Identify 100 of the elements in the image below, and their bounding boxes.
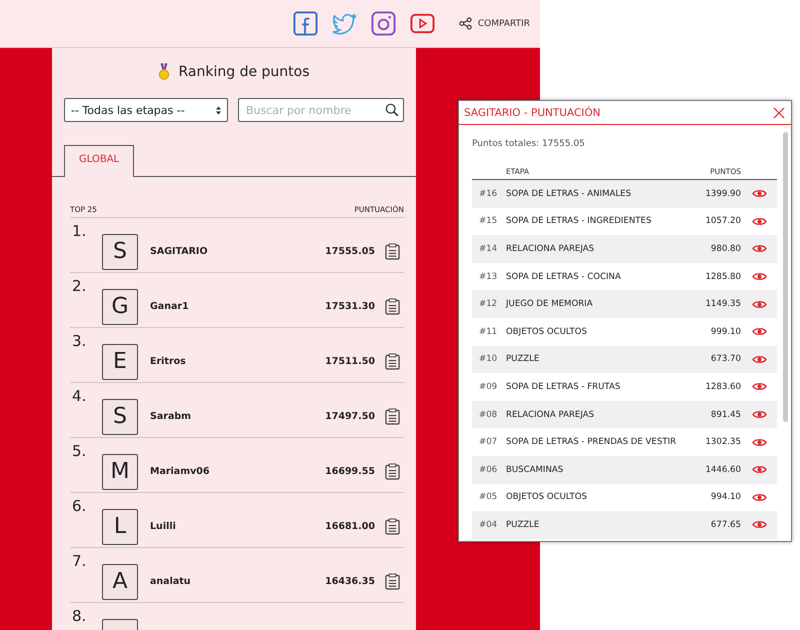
list-icon[interactable] xyxy=(385,463,400,480)
avatar-letter: E xyxy=(102,344,138,380)
stage-name: SOPA DE LETRAS - ANIMALES xyxy=(506,188,632,199)
stage-name: RELACIONA PAREJAS xyxy=(506,410,596,420)
facebook-icon[interactable] xyxy=(292,11,318,36)
stage-number: #04 xyxy=(478,520,498,530)
scrollbar-thumb[interactable] xyxy=(783,132,788,422)
avatar-letter: M xyxy=(102,454,138,490)
dialog-title: SAGITARIO - PUNTUACIÓN xyxy=(464,106,601,118)
search-field[interactable]: Buscar por nombre xyxy=(238,98,404,122)
avatar-letter: L xyxy=(102,508,138,544)
stage-number: #08 xyxy=(478,410,498,420)
stage-number: #09 xyxy=(478,382,498,392)
eye-icon[interactable] xyxy=(752,244,766,254)
eye-icon[interactable] xyxy=(752,272,766,282)
avatar-letter: G xyxy=(102,288,138,324)
rank-number: 3. xyxy=(72,332,86,350)
eye-icon[interactable] xyxy=(752,216,766,226)
stage-number: #16 xyxy=(478,188,498,199)
stage-name: PUZZLE xyxy=(506,520,540,530)
stage-name: RELACIONA PAREJAS xyxy=(506,244,596,254)
rank-number: 2. xyxy=(72,278,86,294)
list-icon[interactable] xyxy=(385,408,400,425)
player-score: 16681.00 xyxy=(325,521,375,532)
player-score: 17555.05 xyxy=(325,246,375,257)
share-button[interactable]: COMPARTIR xyxy=(458,17,530,30)
rank-number: 6. xyxy=(72,498,86,514)
eye-icon[interactable] xyxy=(752,327,766,336)
player-name: analatu xyxy=(150,576,192,587)
stage-select[interactable]: -- Todas las etapas -- xyxy=(64,98,228,122)
list-icon[interactable] xyxy=(385,243,400,260)
play-icon[interactable] xyxy=(410,11,435,36)
stage-points: 1283.60 xyxy=(704,382,741,392)
stage-points: 1285.80 xyxy=(704,272,741,282)
stage-points: 999.10 xyxy=(710,326,741,337)
player-name: Ganar1 xyxy=(150,301,190,312)
updown-arrows-icon xyxy=(216,106,221,114)
stage-name: PUZZLE xyxy=(506,354,540,364)
player-name: Eritros xyxy=(150,356,187,367)
stage-number: #12 xyxy=(478,299,498,310)
eye-icon[interactable] xyxy=(752,520,766,530)
list-icon[interactable] xyxy=(385,298,400,315)
stage-points: 980.80 xyxy=(710,244,741,254)
total-points: Puntos totales: 17555.05 xyxy=(472,139,586,149)
stage-number: #11 xyxy=(478,326,498,337)
eye-icon[interactable] xyxy=(752,410,766,420)
stage-name: JUEGO DE MEMORIA xyxy=(506,299,594,310)
player-score: 16436.35 xyxy=(325,576,375,587)
player-name: SAGITARIO xyxy=(150,246,209,257)
avatar-letter: S xyxy=(102,234,138,270)
stage-points: 891.45 xyxy=(710,410,741,420)
rank-number: 5. xyxy=(72,442,86,460)
player-name: Luilli xyxy=(150,521,177,532)
eye-icon[interactable] xyxy=(752,465,766,474)
stage-points: 1302.35 xyxy=(704,437,741,448)
stage-points: 1057.20 xyxy=(704,216,741,226)
stage-number: #13 xyxy=(478,272,498,282)
eye-icon[interactable] xyxy=(752,382,766,392)
stage-name: SOPA DE LETRAS - COCINA xyxy=(506,272,622,282)
eye-icon[interactable] xyxy=(752,492,766,502)
player-name: Mariamv06 xyxy=(150,466,211,477)
stage-points: 1149.35 xyxy=(704,299,741,310)
rank-number: 4. xyxy=(72,388,86,404)
stage-number: #15 xyxy=(478,216,498,226)
rank-number: 8. xyxy=(72,608,86,624)
eye-icon[interactable] xyxy=(752,438,766,447)
camera-icon[interactable] xyxy=(370,11,396,36)
close-icon[interactable] xyxy=(773,106,785,118)
list-icon[interactable] xyxy=(385,573,400,590)
avatar-letter: S xyxy=(102,398,138,434)
player-score: 16699.55 xyxy=(325,466,375,477)
player-score: 17511.50 xyxy=(325,356,375,367)
stage-name: OBJETOS OCULTOS xyxy=(506,326,588,337)
list-icon[interactable] xyxy=(385,518,400,535)
stage-number: #07 xyxy=(478,437,498,448)
list-icon[interactable] xyxy=(385,353,400,370)
eye-icon[interactable] xyxy=(752,354,766,364)
player-score: 17531.30 xyxy=(325,301,375,312)
share-icon xyxy=(458,17,472,30)
eye-icon[interactable] xyxy=(752,189,766,198)
stage-name: OBJETOS OCULTOS xyxy=(506,492,588,502)
stage-points: 673.70 xyxy=(710,354,741,364)
global-tab[interactable]: GLOBAL xyxy=(64,145,134,177)
stage-number: #06 xyxy=(478,464,498,475)
stage-points: 1446.60 xyxy=(704,464,741,475)
stage-number: #10 xyxy=(478,354,498,364)
stage-points: 994.10 xyxy=(710,492,741,502)
stage-name: BUSCAMINAS xyxy=(506,464,564,475)
search-icon[interactable] xyxy=(385,103,399,117)
stage-points: 677.65 xyxy=(710,520,741,530)
stage-name: SOPA DE LETRAS - INGREDIENTES xyxy=(506,216,652,226)
medal-icon xyxy=(158,63,170,81)
stage-points: 1399.90 xyxy=(704,188,741,199)
rank-number: 1. xyxy=(72,222,86,240)
rank-number: 7. xyxy=(72,552,86,570)
eye-icon[interactable] xyxy=(752,300,766,309)
player-score: 17497.50 xyxy=(325,411,375,422)
stage-number: #14 xyxy=(478,244,498,254)
player-name: Sarabm xyxy=(150,411,192,422)
stage-name: SOPA DE LETRAS - PRENDAS DE VESTIR xyxy=(506,437,678,448)
